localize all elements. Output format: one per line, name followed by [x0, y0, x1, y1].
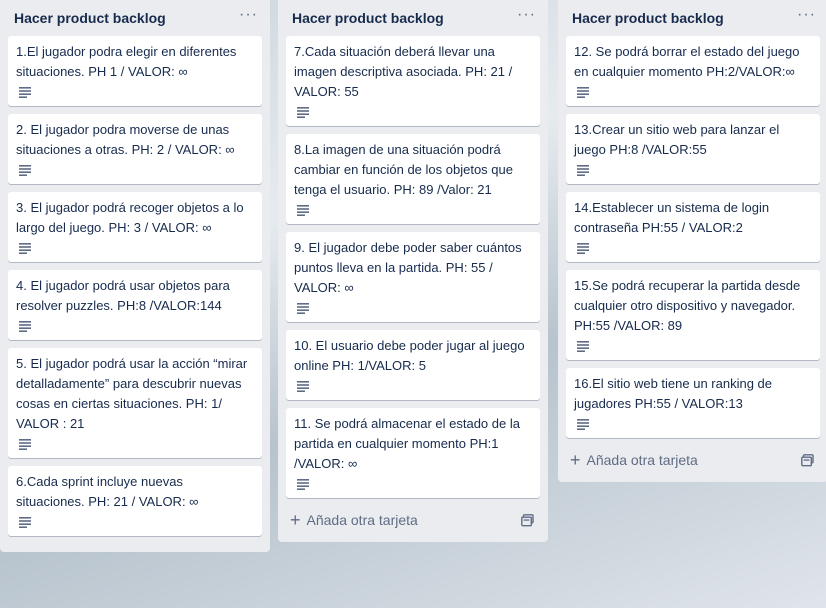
description-icon — [577, 341, 589, 352]
list-menu-button[interactable]: ··· — [517, 7, 536, 29]
card[interactable]: 10. El usuario debe poder jugar al juego… — [286, 330, 540, 400]
card[interactable]: 9. El jugador debe poder saber cuántos p… — [286, 232, 540, 322]
description-icon — [297, 303, 309, 314]
description-icon — [19, 517, 31, 528]
card-title: 14.Establecer un sistema de login contra… — [574, 200, 770, 235]
card-title: 16.El sitio web tiene un ranking de juga… — [574, 376, 773, 411]
card[interactable]: 6.Cada sprint incluye nuevas situaciones… — [8, 466, 262, 536]
card[interactable]: 13.Crear un sitio web para lanzar el jue… — [566, 114, 820, 184]
list-header: Hacer product backlog ··· — [566, 0, 820, 36]
card[interactable]: 5. El jugador podrá usar la acción “mira… — [8, 348, 262, 458]
card-title: 5. El jugador podrá usar la acción “mira… — [16, 356, 248, 431]
card[interactable]: 2. El jugador podra moverse de unas situ… — [8, 114, 262, 184]
card[interactable]: 16.El sitio web tiene un ranking de juga… — [566, 368, 820, 438]
card[interactable]: 7.Cada situación deberá llevar una image… — [286, 36, 540, 126]
card-title: 6.Cada sprint incluye nuevas situaciones… — [16, 474, 199, 509]
list-title[interactable]: Hacer product backlog — [572, 10, 724, 26]
card-title: 10. El usuario debe poder jugar al juego… — [294, 338, 525, 373]
list-header: Hacer product backlog ··· — [8, 0, 262, 36]
card[interactable]: 1.El jugador podra elegir en diferentes … — [8, 36, 262, 106]
description-icon — [297, 381, 309, 392]
card[interactable]: 15.Se podrá recuperar la partida desde c… — [566, 270, 820, 360]
description-icon — [19, 243, 31, 254]
card-title: 11. Se podrá almacenar el estado de la p… — [294, 416, 520, 471]
card-title: 1.El jugador podra elegir en diferentes … — [16, 44, 237, 79]
add-card-left: + Añada otra tarjeta — [290, 511, 418, 529]
plus-icon: + — [570, 450, 581, 470]
list-title[interactable]: Hacer product backlog — [292, 10, 444, 26]
list-column-1: Hacer product backlog ··· 1.El jugador p… — [0, 0, 270, 552]
list-title[interactable]: Hacer product backlog — [14, 10, 166, 26]
description-icon — [19, 321, 31, 332]
card-title: 3. El jugador podrá recoger objetos a lo… — [16, 200, 244, 235]
add-card-button[interactable]: + Añada otra tarjeta — [286, 506, 540, 534]
card-title: 4. El jugador podrá usar objetos para re… — [16, 278, 230, 313]
card-title: 7.Cada situación deberá llevar una image… — [294, 44, 513, 99]
card[interactable]: 8.La imagen de una situación podrá cambi… — [286, 134, 540, 224]
add-card-left: + Añada otra tarjeta — [570, 451, 698, 469]
list-menu-button[interactable]: ··· — [797, 7, 816, 29]
card[interactable]: 3. El jugador podrá recoger objetos a lo… — [8, 192, 262, 262]
description-icon — [577, 419, 589, 430]
description-icon — [19, 165, 31, 176]
list-menu-button[interactable]: ··· — [239, 7, 258, 29]
description-icon — [297, 107, 309, 118]
card[interactable]: 14.Establecer un sistema de login contra… — [566, 192, 820, 262]
description-icon — [577, 165, 589, 176]
card-title: 15.Se podrá recuperar la partida desde c… — [574, 278, 801, 333]
list-header: Hacer product backlog ··· — [286, 0, 540, 36]
card-template-icon[interactable] — [521, 513, 534, 527]
card-title: 2. El jugador podra moverse de unas situ… — [16, 122, 235, 157]
card-title: 12. Se podrá borrar el estado del juego … — [574, 44, 800, 79]
card-title: 13.Crear un sitio web para lanzar el jue… — [574, 122, 780, 157]
list-column-2: Hacer product backlog ··· 7.Cada situaci… — [278, 0, 548, 542]
card[interactable]: 11. Se podrá almacenar el estado de la p… — [286, 408, 540, 498]
card-title: 8.La imagen de una situación podrá cambi… — [294, 142, 513, 197]
description-icon — [577, 87, 589, 98]
add-card-button[interactable]: + Añada otra tarjeta — [566, 446, 820, 474]
description-icon — [19, 87, 31, 98]
card-title: 9. El jugador debe poder saber cuántos p… — [294, 240, 522, 295]
list-column-3: Hacer product backlog ··· 12. Se podrá b… — [558, 0, 826, 482]
card-template-icon[interactable] — [801, 453, 814, 467]
description-icon — [297, 205, 309, 216]
plus-icon: + — [290, 510, 301, 530]
add-card-label: Añada otra tarjeta — [306, 512, 418, 528]
description-icon — [297, 479, 309, 490]
description-icon — [577, 243, 589, 254]
description-icon — [19, 439, 31, 450]
card[interactable]: 4. El jugador podrá usar objetos para re… — [8, 270, 262, 340]
card[interactable]: 12. Se podrá borrar el estado del juego … — [566, 36, 820, 106]
add-card-label: Añada otra tarjeta — [586, 452, 698, 468]
